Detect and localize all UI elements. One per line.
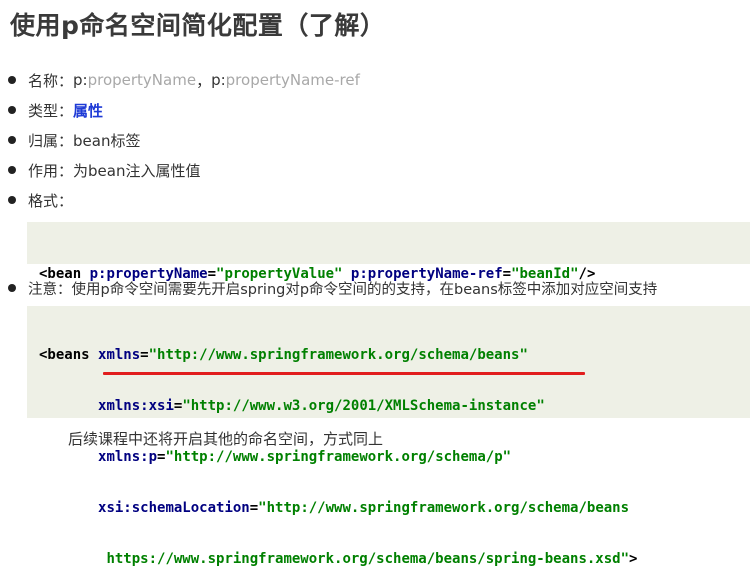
- code-value: "http://www.springframework.org/schema/p…: [165, 449, 512, 465]
- code-line: <beans xmlns="http://www.springframework…: [39, 347, 528, 363]
- format-label: 格式：: [28, 191, 74, 210]
- bullet-dot: [8, 166, 16, 174]
- bullet-dot: [8, 106, 16, 114]
- notice-text: 注意：使用p命令空间需要先开启spring对p命令空间的的支持，在beans标签…: [28, 281, 658, 298]
- code-tag-close: >: [629, 551, 638, 567]
- belongs-label: 归属：: [28, 131, 74, 150]
- code-attr: xmlns: [98, 347, 141, 363]
- bullet-dot: [8, 136, 16, 144]
- code-value: "http://www.w3.org/2001/XMLSchema-instan…: [182, 398, 545, 414]
- code-tag-open: <beans: [39, 347, 90, 363]
- bullet-type: 类型： 属性: [8, 98, 103, 122]
- page-title: 使用p命名空间简化配置（了解）: [10, 11, 386, 40]
- name-prefix-2: p:: [211, 71, 226, 89]
- type-value: 属性: [73, 101, 104, 120]
- code-line: xmlns:xsi="http://www.w3.org/2001/XMLSch…: [98, 398, 545, 414]
- type-label: 类型：: [28, 101, 74, 120]
- code-attr: xmlns:p: [98, 449, 158, 465]
- code-line: xsi:schemaLocation="http://www.springfra…: [98, 500, 630, 516]
- bullet-usage: 作用： 为bean注入属性值: [8, 158, 200, 182]
- bullet-notice: 注意：使用p命令空间需要先开启spring对p命令空间的的支持，在beans标签…: [8, 276, 657, 300]
- bullet-dot: [8, 76, 16, 84]
- usage-value: 为bean注入属性值: [73, 161, 201, 180]
- bullet-name: 名称： p: propertyName， p: propertyName-ref: [8, 68, 360, 92]
- bullet-format: 格式：: [8, 188, 73, 212]
- code-value: "http://www.springframework.org/schema/b…: [258, 500, 630, 516]
- code-value: "http://www.springframework.org/schema/b…: [148, 347, 528, 363]
- red-underline-annotation: [103, 372, 585, 375]
- code-block-namespace: <beans xmlns="http://www.springframework…: [27, 306, 750, 567]
- code-block-format: <bean p:propertyName="propertyValue" p:p…: [27, 222, 750, 282]
- code-attr: xsi:schemaLocation: [98, 500, 250, 516]
- name-separator: ，: [196, 71, 212, 90]
- name-prefix-1: p:: [73, 71, 88, 89]
- belongs-value: bean标签: [73, 131, 141, 150]
- code-value: https://www.springframework.org/schema/b…: [106, 551, 630, 567]
- name-value-2: propertyName-ref: [225, 71, 360, 89]
- bullet-belongs: 归属： bean标签: [8, 128, 140, 152]
- footnote: 后续课程中还将开启其他的命名空间，方式同上: [68, 430, 384, 448]
- bullet-dot: [8, 196, 16, 204]
- usage-label: 作用：: [28, 161, 74, 180]
- code-line-highlighted: xmlns:p="http://www.springframework.org/…: [98, 449, 512, 465]
- code-attr: xmlns:xsi: [98, 398, 174, 414]
- name-label: 名称：: [28, 71, 74, 90]
- code-line: https://www.springframework.org/schema/b…: [39, 550, 750, 569]
- bullet-dot: [8, 284, 16, 292]
- name-value-1: propertyName: [87, 71, 197, 89]
